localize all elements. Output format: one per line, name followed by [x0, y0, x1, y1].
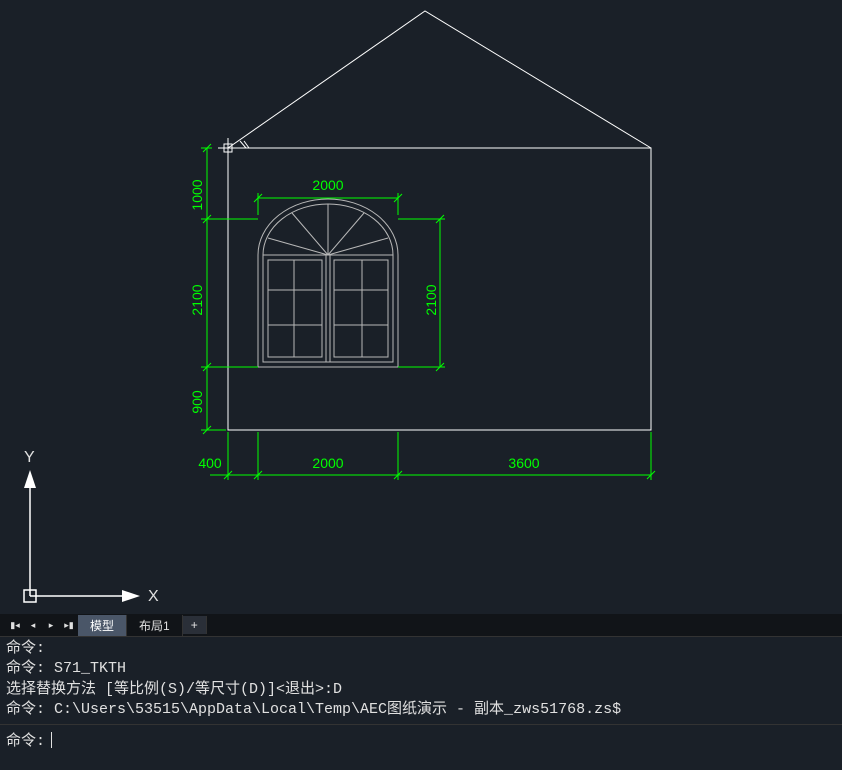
svg-text:X: X	[148, 588, 159, 605]
tab-model[interactable]: 模型	[78, 615, 127, 636]
ucs-indicator: Y X	[24, 449, 159, 605]
dim-vertical-chain-left: 1000 2100 900	[189, 144, 258, 434]
tab-nav-first-icon[interactable]: ▮◂	[7, 617, 23, 633]
arched-window	[258, 199, 398, 367]
tab-nav-prev-icon[interactable]: ◂	[25, 617, 41, 633]
command-input[interactable]: 命令:	[0, 724, 842, 760]
svg-text:Y: Y	[24, 449, 35, 466]
svg-text:2000: 2000	[312, 177, 343, 193]
roof-gable	[228, 11, 651, 148]
origin-marker	[218, 138, 238, 158]
command-prompt-label: 命令:	[6, 729, 45, 750]
svg-text:2000: 2000	[312, 455, 343, 471]
tab-add-button[interactable]: +	[183, 616, 207, 634]
tab-nav-next-icon[interactable]: ▸	[43, 617, 59, 633]
dim-horizontal-chain-bottom: 400 2000 3600	[198, 432, 655, 480]
layout-tab-bar: ▮◂ ◂ ▸ ▸▮ 模型 布局1 +	[0, 614, 842, 636]
tab-nav-last-icon[interactable]: ▸▮	[61, 617, 77, 633]
svg-text:400: 400	[198, 455, 222, 471]
command-history: 命令: 命令: S71_TKTH 选择替换方法 [等比例(S)/等尺寸(D)]<…	[0, 636, 842, 724]
text-cursor-icon	[51, 732, 52, 748]
svg-text:1000: 1000	[189, 179, 205, 210]
tab-layout1[interactable]: 布局1	[127, 615, 183, 636]
drawing-canvas[interactable]: 1000 2100 900 2100 2000 400 2000 3600	[0, 0, 842, 614]
command-history-line: 命令: S71_TKTH	[6, 659, 836, 679]
svg-text:2100: 2100	[189, 284, 205, 315]
dim-window-height-right: 2100	[398, 215, 445, 371]
command-history-line: 选择替换方法 [等比例(S)/等尺寸(D)]<退出>:D	[6, 680, 836, 700]
command-history-line: 命令: C:\Users\53515\AppData\Local\Temp\AE…	[6, 700, 836, 720]
svg-text:900: 900	[189, 390, 205, 414]
command-history-line: 命令:	[6, 639, 836, 659]
svg-text:3600: 3600	[508, 455, 539, 471]
svg-text:2100: 2100	[423, 284, 439, 315]
